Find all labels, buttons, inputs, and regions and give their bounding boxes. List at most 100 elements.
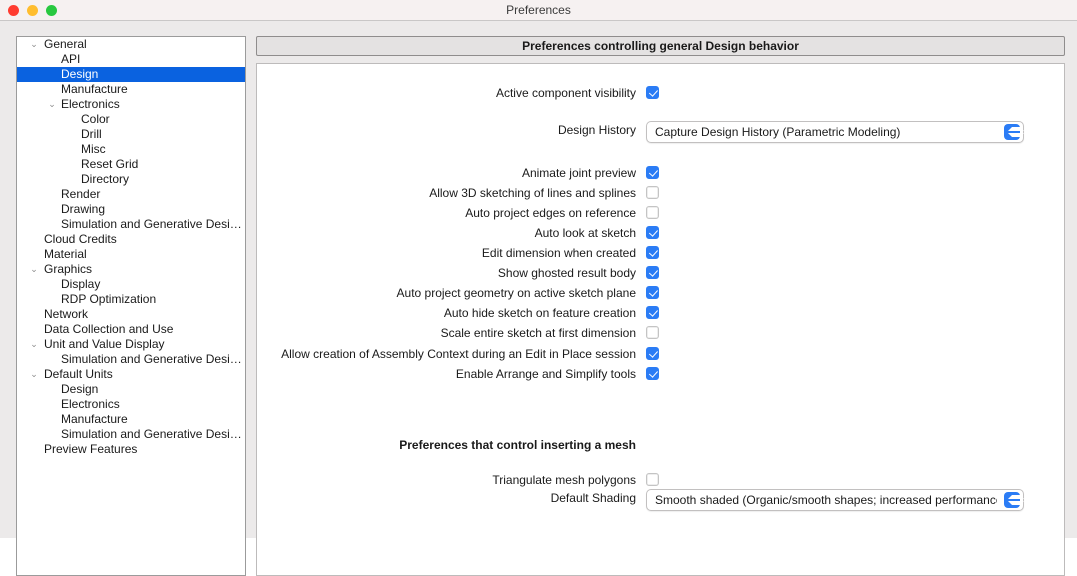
checkbox-triangulate-mesh-polygons[interactable] (646, 473, 659, 486)
setting-label: Enable Arrange and Simplify tools (455, 367, 636, 381)
mesh-section-heading: Preferences that control inserting a mes… (399, 438, 636, 452)
sidebar-item-data-collection-and-use[interactable]: Data Collection and Use (17, 322, 245, 337)
setting-row-auto-look-at-sketch: Auto look at sketch (257, 224, 1064, 242)
setting-row-auto-project-geometry-on-active-sketch-plane: Auto project geometry on active sketch p… (257, 284, 1064, 302)
sidebar-item-simulation-and-generative-desi[interactable]: Simulation and Generative Desi… (17, 217, 245, 232)
chevron-up-down-icon[interactable] (1004, 124, 1024, 140)
setting-row-enable-arrange-and-simplify-tools: Enable Arrange and Simplify tools (257, 365, 1064, 383)
sidebar-item-drill[interactable]: Drill (17, 127, 245, 142)
setting-row-triangulate-mesh-polygons: Triangulate mesh polygons (257, 471, 1064, 489)
sidebar-item-label: Drawing (61, 202, 106, 216)
sidebar-item-material[interactable]: Material (17, 247, 245, 262)
sidebar-item-graphics[interactable]: ⌄ Graphics (17, 262, 245, 277)
chevron-down-icon[interactable]: ⌄ (28, 262, 40, 277)
setting-row-edit-dimension-when-created: Edit dimension when created (257, 244, 1064, 262)
sidebar-item-label: Graphics (44, 262, 93, 276)
sidebar-item-drawing[interactable]: Drawing (17, 202, 245, 217)
sidebar-item-unit-and-value-display[interactable]: ⌄ Unit and Value Display (17, 337, 245, 352)
checkbox-auto-look-at-sketch[interactable] (646, 226, 659, 239)
sidebar-item-label: Simulation and Generative Desi… (61, 427, 242, 441)
setting-row-allow-3d-sketching-of-lines-and-splines: Allow 3D sketching of lines and splines (257, 184, 1064, 202)
preferences-content-pane: Preferences controlling general Design b… (256, 36, 1065, 576)
preferences-category-tree[interactable]: ⌄ General API Design Manufacture ⌄ Electronics… (16, 36, 246, 576)
sidebar-item-preview-features[interactable]: Preview Features (17, 442, 245, 457)
sidebar-item-label: Display (61, 277, 101, 291)
sidebar-item-electronics[interactable]: Electronics (17, 397, 245, 412)
sidebar-item-rdp-optimization[interactable]: RDP Optimization (17, 292, 245, 307)
sidebar-item-label: Drill (81, 127, 102, 141)
sidebar-item-default-units[interactable]: ⌄ Default Units (17, 367, 245, 382)
sidebar-item-display[interactable]: Display (17, 277, 245, 292)
checkbox-auto-project-geometry-on-active-sketch-plane[interactable] (646, 286, 659, 299)
sidebar-item-simulation-and-generative-desi[interactable]: Simulation and Generative Desi… (17, 352, 245, 367)
sidebar-item-label: Directory (81, 172, 130, 186)
preferences-dialog-body: ⌄ General API Design Manufacture ⌄ Electronics… (0, 21, 1077, 576)
sidebar-item-electronics[interactable]: ⌄ Electronics (17, 97, 245, 112)
sidebar-item-label: Manufacture (61, 82, 128, 96)
chevron-down-icon[interactable]: ⌄ (28, 37, 40, 52)
sidebar-item-simulation-and-generative-desi[interactable]: Simulation and Generative Desi… (17, 427, 245, 442)
select-design-history[interactable]: Capture Design History (Parametric Model… (646, 121, 1024, 143)
sidebar-item-label: Electronics (61, 397, 120, 411)
setting-label: Allow 3D sketching of lines and splines (429, 186, 636, 200)
sidebar-item-label: Default Units (44, 367, 113, 381)
sidebar-item-label: Preview Features (44, 442, 138, 456)
sidebar-item-label: Color (81, 112, 110, 126)
checkbox-show-ghosted-result-body[interactable] (646, 266, 659, 279)
select-value: Capture Design History (Parametric Model… (655, 125, 901, 139)
setting-row-auto-hide-sketch-on-feature-creation: Auto hide sketch on feature creation (257, 304, 1064, 322)
checkbox-animate-joint-preview[interactable] (646, 166, 659, 179)
sidebar-item-design[interactable]: Design (17, 382, 245, 397)
sidebar-item-label: API (61, 52, 81, 66)
checkbox-auto-project-edges-on-reference[interactable] (646, 206, 659, 219)
sidebar-item-label: RDP Optimization (61, 292, 157, 306)
checkbox-active-component-visibility[interactable] (646, 86, 659, 99)
sidebar-item-misc[interactable]: Misc (17, 142, 245, 157)
sidebar-item-render[interactable]: Render (17, 187, 245, 202)
setting-row-default-shading: Default Shading Smooth shaded (Organic/sm… (257, 489, 1064, 511)
chevron-down-icon[interactable]: ⌄ (28, 337, 40, 352)
setting-label: Auto project edges on reference (465, 206, 636, 220)
sidebar-item-reset-grid[interactable]: Reset Grid (17, 157, 245, 172)
sidebar-item-label: Cloud Credits (44, 232, 117, 246)
setting-label: Default Shading (550, 491, 636, 505)
sidebar-item-cloud-credits[interactable]: Cloud Credits (17, 232, 245, 247)
checkbox-edit-dimension-when-created[interactable] (646, 246, 659, 259)
sidebar-item-label: Simulation and Generative Desi… (61, 352, 242, 366)
checkbox-scale-entire-sketch-at-first-dimension[interactable] (646, 326, 659, 339)
sidebar-item-label: Render (61, 187, 101, 201)
select-value: Smooth shaded (Organic/smooth shapes; in… (655, 493, 997, 507)
setting-label: Show ghosted result body (497, 266, 636, 280)
checkbox-auto-hide-sketch-on-feature-creation[interactable] (646, 306, 659, 319)
chevron-down-icon[interactable]: ⌄ (46, 97, 58, 112)
setting-row-scale-entire-sketch-at-first-dimension: Scale entire sketch at first dimension (257, 324, 1064, 342)
sidebar-item-label: Network (44, 307, 89, 321)
checkbox-allow-creation-of-assembly-context-during-an-edit-in-place-session[interactable] (646, 347, 659, 360)
setting-row-auto-project-edges-on-reference: Auto project edges on reference (257, 204, 1064, 222)
sidebar-item-label: Design (61, 382, 99, 396)
checkbox-enable-arrange-and-simplify-tools[interactable] (646, 367, 659, 380)
select-default-shading[interactable]: Smooth shaded (Organic/smooth shapes; in… (646, 489, 1024, 511)
sidebar-item-design[interactable]: Design (17, 67, 245, 82)
setting-row-design-history: Design History Capture Design History (Pa… (257, 121, 1064, 143)
sidebar-item-label: Design (61, 67, 99, 81)
chevron-down-icon[interactable]: ⌄ (28, 367, 40, 382)
checkbox-allow-3d-sketching-of-lines-and-splines[interactable] (646, 186, 659, 199)
sidebar-item-label: Material (44, 247, 87, 261)
chevron-up-down-icon[interactable] (1004, 492, 1024, 508)
setting-label: Triangulate mesh polygons (492, 473, 636, 487)
sidebar-item-color[interactable]: Color (17, 112, 245, 127)
sidebar-item-directory[interactable]: Directory (17, 172, 245, 187)
sidebar-item-label: Simulation and Generative Desi… (61, 217, 242, 231)
setting-label: Active component visibility (495, 86, 636, 100)
setting-row-allow-creation-of-assembly-context-during-an-edit-in-place-session: Allow creation of Assembly Context durin… (257, 345, 1064, 363)
setting-label: Scale entire sketch at first dimension (440, 326, 636, 340)
sidebar-item-manufacture[interactable]: Manufacture (17, 82, 245, 97)
setting-label: Allow creation of Assembly Context durin… (281, 347, 636, 361)
sidebar-item-general[interactable]: ⌄ General (17, 37, 245, 52)
sidebar-item-network[interactable]: Network (17, 307, 245, 322)
sidebar-item-label: Electronics (61, 97, 120, 111)
sidebar-item-api[interactable]: API (17, 52, 245, 67)
setting-row-active-component-visibility: Active component visibility (257, 84, 1064, 102)
sidebar-item-manufacture[interactable]: Manufacture (17, 412, 245, 427)
